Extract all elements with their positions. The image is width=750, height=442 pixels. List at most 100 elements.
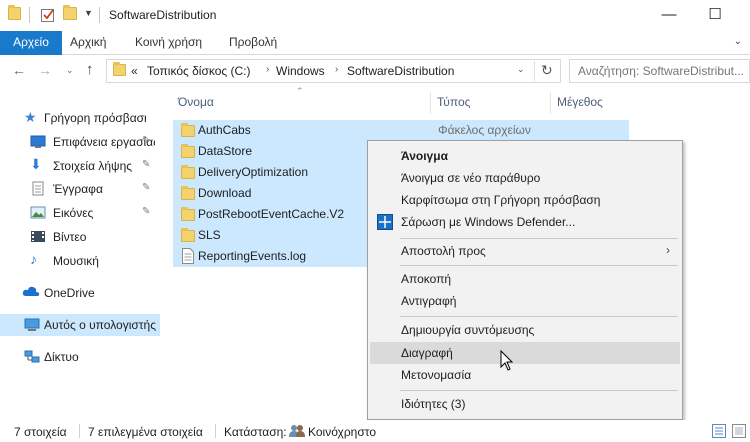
title-bar: ▼ SoftwareDistribution — ☐: [0, 0, 750, 31]
separator: [99, 7, 100, 23]
menu-item-label: Αντιγραφή: [401, 294, 457, 308]
search-input[interactable]: [578, 61, 750, 81]
download-icon: ⬇: [30, 156, 42, 172]
file-type: Φάκελος αρχείων: [438, 123, 531, 137]
menu-item-create-shortcut[interactable]: Δημιουργία συντόμευσης: [370, 319, 680, 341]
menu-item-delete[interactable]: Διαγραφή: [370, 342, 680, 364]
pictures-icon: [30, 205, 46, 220]
network-icon: [24, 349, 40, 364]
menu-item-rename[interactable]: Μετονομασία: [370, 364, 680, 386]
new-folder-icon[interactable]: [63, 5, 79, 21]
chevron-right-icon: ›: [666, 243, 670, 257]
menu-item-label: Σάρωση με Windows Defender...: [401, 215, 576, 229]
maximize-button[interactable]: ☐: [692, 0, 738, 31]
list-item[interactable]: AuthCabs Φάκελος αρχείων: [173, 120, 629, 141]
forward-arrow-icon[interactable]: →: [38, 62, 52, 78]
menu-item-open-new-window[interactable]: Άνοιγμα σε νέο παράθυρο: [370, 167, 680, 189]
chevron-right-icon[interactable]: ›: [266, 64, 269, 75]
address-bar[interactable]: « Τοπικός δίσκος (C:) › Windows › Softwa…: [106, 59, 561, 83]
expand-ribbon-icon[interactable]: ⌄: [734, 36, 742, 47]
minimize-button[interactable]: —: [646, 0, 692, 31]
sidebar-item-this-pc[interactable]: Αυτός ο υπολογιστής: [0, 314, 160, 336]
folder-icon: [181, 207, 195, 221]
sidebar-item-onedrive[interactable]: OneDrive: [0, 282, 160, 304]
sidebar-item-network[interactable]: Δίκτυο: [0, 346, 160, 368]
details-view-icon[interactable]: [712, 424, 726, 441]
menu-item-label: Αποκοπή: [401, 272, 452, 286]
menu-item-pin-quick-access[interactable]: Καρφίτσωμα στη Γρήγορη πρόσβαση: [370, 189, 680, 211]
sidebar-item-desktop[interactable]: Επιφάνεια εργασίας ✎: [0, 131, 160, 153]
state-label: Κατάσταση:: [224, 425, 287, 439]
menu-item-open[interactable]: Άνοιγμα: [370, 145, 680, 167]
up-arrow-icon[interactable]: ↑: [86, 61, 94, 78]
menu-item-label: Δημιουργία συντόμευσης: [401, 323, 535, 337]
documents-icon: [30, 181, 46, 196]
file-name: DeliveryOptimization: [198, 165, 309, 179]
menu-item-label: Διαγραφή: [401, 346, 453, 360]
menu-item-send-to[interactable]: Αποστολή προς ›: [370, 240, 680, 262]
navigation-pane: ★ Γρήγορη πρόσβαση Επιφάνεια εργασίας ✎ …: [0, 89, 160, 419]
item-count: 7 στοιχεία: [14, 425, 67, 439]
separator: [215, 424, 216, 438]
sidebar-item-label: Γρήγορη πρόσβαση: [44, 111, 146, 125]
tab-share[interactable]: Κοινή χρήση: [127, 31, 210, 55]
quick-access-dropdown-icon[interactable]: ▼: [84, 8, 93, 18]
folder-icon: [8, 5, 24, 21]
sidebar-item-label: Αυτός ο υπολογιστής: [44, 318, 156, 332]
separator: [79, 424, 80, 438]
separator: [534, 61, 535, 81]
column-header-name[interactable]: Όνομα: [178, 95, 214, 109]
menu-separator: [400, 390, 678, 391]
column-header-type[interactable]: Τύπος: [437, 95, 470, 109]
folder-icon: [181, 144, 195, 158]
file-name: PostRebootEventCache.V2: [198, 207, 345, 221]
pin-icon: ✎: [142, 182, 151, 193]
back-arrow-icon[interactable]: ←: [12, 62, 26, 78]
menu-separator: [400, 265, 678, 266]
sidebar-item-quick-access[interactable]: ★ Γρήγορη πρόσβαση: [0, 107, 160, 129]
menu-item-copy[interactable]: Αντιγραφή: [370, 290, 680, 312]
column-header-size[interactable]: Μέγεθος: [557, 95, 603, 109]
tab-home[interactable]: Αρχική: [62, 31, 114, 55]
file-name: Download: [198, 186, 252, 200]
selected-count: 7 επιλεγμένα στοιχεία: [88, 425, 203, 439]
address-dropdown-icon[interactable]: ⌄: [517, 64, 525, 75]
sidebar-item-label: Έγγραφα: [53, 182, 103, 196]
video-icon: [30, 229, 46, 244]
breadcrumb-drive[interactable]: Τοπικός δίσκος (C:): [147, 64, 251, 78]
star-icon: ★: [24, 109, 37, 125]
sidebar-item-documents[interactable]: Έγγραφα ✎: [0, 178, 160, 200]
search-box[interactable]: [569, 59, 750, 83]
menu-item-properties[interactable]: Ιδιότητες (3): [370, 393, 680, 415]
sidebar-item-music[interactable]: ♪ Μουσική: [0, 250, 160, 272]
breadcrumb-windows[interactable]: Windows: [276, 64, 325, 78]
explorer-window: ▼ SoftwareDistribution — ☐ Αρχείο Αρχική…: [0, 0, 750, 442]
menu-item-scan-defender[interactable]: Σάρωση με Windows Defender...: [370, 211, 680, 233]
menu-item-cut[interactable]: Αποκοπή: [370, 268, 680, 290]
sidebar-item-pictures[interactable]: Εικόνες ✎: [0, 202, 160, 224]
text-file-icon: [182, 248, 194, 267]
pin-icon: ✎: [142, 206, 151, 217]
chevron-right-icon[interactable]: ›: [335, 64, 338, 75]
menu-item-label: Ιδιότητες (3): [401, 397, 466, 411]
menu-item-label: Μετονομασία: [401, 368, 472, 382]
sidebar-item-videos[interactable]: Βίντεο: [0, 226, 160, 248]
shared-users-icon: [288, 423, 306, 441]
tab-view[interactable]: Προβολή: [221, 31, 285, 55]
sidebar-item-downloads[interactable]: ⬇ Στοιχεία λήψης ✎: [0, 155, 160, 177]
ribbon-tabs: Αρχείο Αρχική Κοινή χρήση Προβολή ⌄: [0, 31, 750, 55]
window-title: SoftwareDistribution: [109, 8, 217, 22]
breadcrumb-overflow[interactable]: «: [131, 64, 138, 78]
tab-file[interactable]: Αρχείο: [0, 31, 62, 55]
sort-ascending-icon: ⌃: [296, 86, 304, 96]
refresh-icon[interactable]: ↻: [541, 62, 553, 79]
file-name: DataStore: [198, 144, 253, 158]
breadcrumb-softwaredistribution[interactable]: SoftwareDistribution: [347, 64, 454, 78]
column-divider[interactable]: [430, 92, 431, 114]
menu-item-label: Άνοιγμα σε νέο παράθυρο: [401, 171, 541, 185]
properties-check-icon[interactable]: [40, 7, 56, 22]
context-menu: Άνοιγμα Άνοιγμα σε νέο παράθυρο Καρφίτσω…: [367, 140, 683, 420]
large-icons-view-icon[interactable]: [732, 424, 746, 441]
column-divider[interactable]: [550, 92, 551, 114]
recent-locations-icon[interactable]: ⌄: [66, 65, 74, 76]
